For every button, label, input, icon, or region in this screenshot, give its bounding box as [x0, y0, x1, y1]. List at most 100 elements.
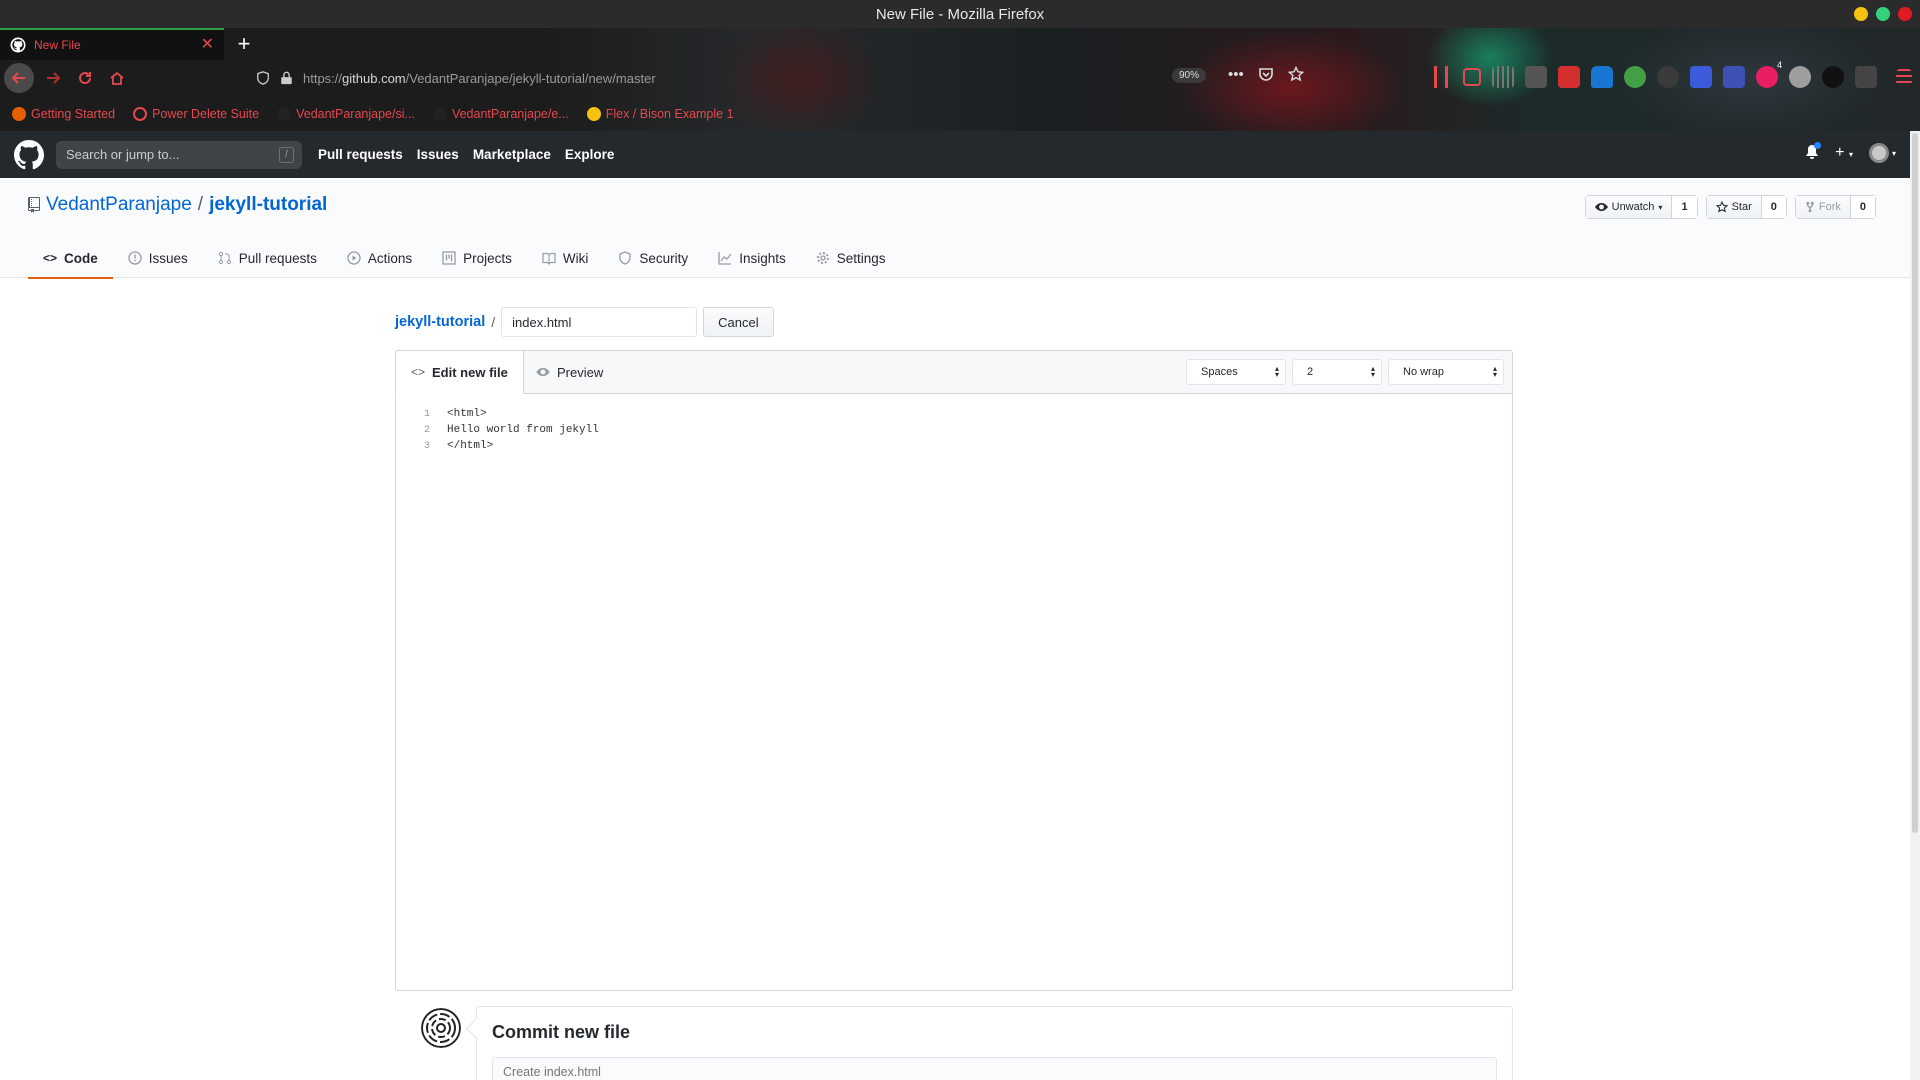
github-user-actions: + ▾ ▾: [1805, 141, 1896, 163]
fork-button[interactable]: Fork: [1795, 196, 1851, 218]
password-icon[interactable]: [1591, 66, 1613, 88]
tab-insights[interactable]: Insights: [703, 238, 801, 278]
tab-actions[interactable]: Actions: [332, 238, 427, 278]
formula-icon[interactable]: [1723, 66, 1745, 88]
caret-down-icon: ▾: [1848, 150, 1853, 159]
graph-icon: [718, 252, 732, 265]
unwatch-button[interactable]: Unwatch ▾: [1585, 196, 1673, 218]
pocket-icon[interactable]: [1258, 66, 1274, 82]
repo-name-link[interactable]: jekyll-tutorial: [209, 194, 327, 216]
star-button[interactable]: Star: [1706, 196, 1762, 218]
eye-icon: [536, 367, 550, 377]
translate-icon[interactable]: [1690, 66, 1712, 88]
sync-icon[interactable]: [1624, 66, 1646, 88]
indent-mode-select[interactable]: Spaces ▴ ▾: [1186, 359, 1286, 385]
tab-settings[interactable]: Settings: [801, 238, 901, 278]
forward-button[interactable]: [38, 64, 68, 92]
close-window-button[interactable]: [1898, 7, 1912, 21]
watch-button-group: Unwatch ▾ 1: [1584, 195, 1698, 219]
bookmark-power-delete-suite[interactable]: Power Delete Suite: [133, 106, 259, 121]
notification-icon[interactable]: 4: [1756, 60, 1782, 88]
tab-issues[interactable]: Issues: [113, 238, 203, 278]
pdf-icon[interactable]: [1558, 66, 1580, 88]
code-icon: <>: [411, 365, 426, 379]
notification-badge: 4: [1776, 60, 1782, 70]
scrollbar-thumb[interactable]: [1912, 133, 1918, 833]
menu-icon[interactable]: [1896, 69, 1912, 85]
tab-security[interactable]: Security: [603, 238, 703, 278]
stars-count[interactable]: 0: [1761, 196, 1786, 218]
user-menu-button[interactable]: ▾: [1868, 143, 1896, 163]
github-icon: [432, 106, 447, 121]
tab-preview[interactable]: Preview: [521, 350, 618, 394]
home-button[interactable]: [102, 64, 132, 92]
medium-icon[interactable]: [1822, 66, 1844, 88]
tab-pull-requests[interactable]: Pull requests: [203, 238, 332, 278]
tab-strip: New File ✕ +: [0, 28, 1920, 60]
tab-label: Issues: [148, 250, 188, 266]
browser-tab[interactable]: New File ✕: [0, 28, 224, 60]
avatar: [421, 1008, 461, 1048]
bookmark-vedant-e[interactable]: VedantParanjape/e...: [432, 106, 569, 121]
breadcrumb-repo-link[interactable]: jekyll-tutorial: [395, 314, 485, 330]
page-scrollbar[interactable]: [1910, 131, 1920, 1080]
fork-icon: [1806, 201, 1814, 213]
extension-toggle-icon[interactable]: [1525, 66, 1547, 88]
url-text[interactable]: https://github.com/VedantParanjape/jekyl…: [303, 71, 656, 86]
code-editor[interactable]: 1 <html> 2 Hello world from jekyll 3 </h…: [396, 394, 1512, 466]
tab-label: Code: [64, 250, 98, 266]
more-actions-icon[interactable]: •••: [1228, 66, 1244, 83]
tab-label: Insights: [739, 250, 786, 266]
tab-code[interactable]: <> Code: [28, 238, 113, 279]
plus-icon[interactable]: +: [230, 30, 258, 58]
code-line: 3 </html>: [396, 438, 1512, 454]
watchers-count[interactable]: 1: [1672, 196, 1697, 218]
nav-issues[interactable]: Issues: [417, 147, 459, 162]
code-line: 2 Hello world from jekyll: [396, 422, 1512, 438]
library-icon[interactable]: [1434, 66, 1448, 88]
tab-projects[interactable]: Projects: [427, 238, 527, 278]
commit-form: Commit new file: [476, 1006, 1513, 1080]
close-icon[interactable]: ✕: [201, 37, 214, 53]
indent-size-select[interactable]: 2 ▴ ▾: [1292, 359, 1382, 385]
arrow-icon[interactable]: [1855, 66, 1877, 88]
tab-edit-new-file[interactable]: <> Edit new file: [395, 350, 524, 394]
maximize-button[interactable]: [1876, 7, 1890, 21]
commit-summary-input[interactable]: [492, 1057, 1497, 1080]
tab-wiki[interactable]: Wiki: [527, 238, 604, 278]
repo-owner-link[interactable]: VedantParanjape: [46, 194, 192, 216]
nav-explore[interactable]: Explore: [565, 147, 615, 162]
wrap-mode-select[interactable]: No wrap ▴ ▾: [1388, 359, 1504, 385]
reload-button[interactable]: [70, 64, 100, 92]
spy-icon[interactable]: [1657, 66, 1679, 88]
minimize-button[interactable]: [1854, 7, 1868, 21]
line-text: </html>: [447, 440, 494, 452]
url-bar[interactable]: https://github.com/VedantParanjape/jekyl…: [250, 64, 1230, 92]
back-button[interactable]: [4, 63, 34, 93]
bookmark-getting-started[interactable]: Getting Started: [12, 106, 115, 121]
nav-pull-requests[interactable]: Pull requests: [318, 147, 403, 162]
sidebar-icon[interactable]: [1463, 68, 1481, 86]
bookmark-star-icon[interactable]: [1287, 66, 1304, 82]
create-new-button[interactable]: + ▾: [1835, 144, 1853, 162]
repo-icon: [28, 197, 40, 213]
filename-input[interactable]: [501, 307, 698, 337]
home-icon: [110, 71, 124, 85]
avatar: [1868, 143, 1889, 163]
github-logo-icon[interactable]: [14, 139, 44, 170]
reader-icon[interactable]: [1492, 66, 1514, 88]
lock-icon: [281, 71, 292, 85]
forks-count[interactable]: 0: [1850, 196, 1875, 218]
tab-label: Preview: [557, 364, 604, 380]
bookmark-label: VedantParanjape/e...: [451, 106, 569, 121]
bookmark-flex-bison[interactable]: Flex / Bison Example 1: [586, 106, 734, 121]
nav-marketplace[interactable]: Marketplace: [473, 147, 551, 162]
fork-button-group: Fork 0: [1794, 195, 1876, 219]
select-arrows-icon: ▴ ▾: [1370, 364, 1375, 379]
bookmark-vedant-si[interactable]: VedantParanjape/si...: [277, 106, 415, 121]
cancel-button[interactable]: Cancel: [703, 307, 774, 337]
github-search-input[interactable]: Search or jump to... /: [56, 140, 302, 169]
globe-icon[interactable]: [1789, 66, 1811, 88]
notifications-button[interactable]: [1805, 141, 1822, 163]
zoom-level-badge[interactable]: 90%: [1172, 68, 1207, 83]
